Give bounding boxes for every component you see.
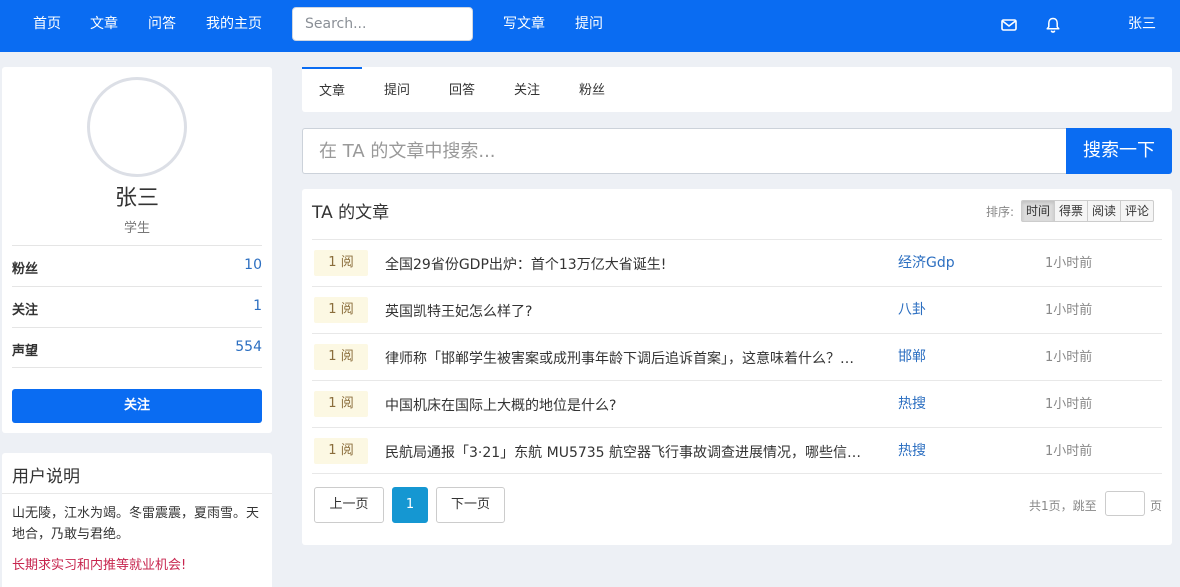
read-count-badge: 1 阅 bbox=[314, 344, 368, 370]
sort-by-comments-button[interactable]: 评论 bbox=[1120, 200, 1155, 222]
user-description-hint: 长期求实习和内推等就业机会! bbox=[12, 558, 187, 573]
read-count-badge: 1 阅 bbox=[314, 250, 368, 276]
user-description-card: 用户说明 山无陵，江水为竭。冬雷震震，夏雨雪。天地合，乃敢与君绝。 长期求实习和… bbox=[2, 453, 272, 587]
nav-link-articles[interactable]: 文章 bbox=[90, 0, 118, 52]
article-tag-link[interactable]: 八卦 bbox=[898, 299, 926, 319]
stat-value-following[interactable]: 1 bbox=[253, 298, 262, 314]
sort-by-reads-button[interactable]: 阅读 bbox=[1087, 200, 1122, 222]
follow-button[interactable]: 关注 bbox=[12, 389, 262, 423]
bell-icon[interactable] bbox=[1044, 16, 1062, 34]
sort-by-time-button[interactable]: 时间 bbox=[1021, 200, 1056, 222]
user-menu[interactable]: 张三 bbox=[1128, 0, 1156, 52]
avatar bbox=[87, 77, 187, 177]
next-page-button[interactable]: 下一页 bbox=[436, 487, 505, 523]
article-search-bar: 搜索一下 bbox=[302, 128, 1172, 174]
article-time: 1小时前 bbox=[1045, 256, 1093, 271]
tab-answers[interactable]: 回答 bbox=[435, 67, 489, 112]
read-count-badge: 1 阅 bbox=[314, 391, 368, 417]
article-list-title: TA 的文章 bbox=[312, 203, 390, 223]
article-search-button[interactable]: 搜索一下 bbox=[1066, 128, 1172, 174]
user-description-title: 用户说明 bbox=[12, 467, 80, 487]
profile-tabs: 文章 提问 回答 关注 粉丝 bbox=[302, 67, 1172, 112]
nav-link-qa[interactable]: 问答 bbox=[148, 0, 176, 52]
article-row: 1 阅 英国凯特王妃怎么样了? 八卦 1小时前 bbox=[312, 286, 1162, 333]
nav-link-home[interactable]: 首页 bbox=[33, 0, 61, 52]
write-article-link[interactable]: 写文章 bbox=[503, 0, 545, 52]
sort-button-group: 时间 得票 阅读 评论 bbox=[1021, 200, 1155, 222]
current-page-button[interactable]: 1 bbox=[392, 487, 428, 523]
tab-questions[interactable]: 提问 bbox=[370, 67, 424, 112]
article-row: 1 阅 中国机床在国际上大概的地位是什么? 热搜 1小时前 bbox=[312, 380, 1162, 427]
article-row: 1 阅 民航局通报「3·21」东航 MU5735 航空器飞行事故调查进展情况，哪… bbox=[312, 427, 1162, 474]
prev-page-button[interactable]: 上一页 bbox=[314, 487, 384, 523]
mail-icon[interactable] bbox=[1000, 16, 1018, 34]
tab-following[interactable]: 关注 bbox=[500, 67, 554, 112]
article-title-link[interactable]: 全国29省份GDP出炉：首个13万亿大省诞生! bbox=[385, 254, 869, 274]
stat-row-followers: 粉丝 10 bbox=[12, 245, 262, 286]
article-time: 1小时前 bbox=[1045, 350, 1093, 365]
article-tag-link[interactable]: 邯郸 bbox=[898, 346, 926, 366]
user-description-text: 山无陵，江水为竭。冬雷震震，夏雨雪。天地合，乃敢与君绝。 bbox=[12, 506, 260, 542]
read-count-badge: 1 阅 bbox=[314, 438, 368, 464]
tab-followers[interactable]: 粉丝 bbox=[565, 67, 619, 112]
article-time: 1小时前 bbox=[1045, 444, 1093, 459]
article-title-link[interactable]: 律师称「邯郸学生被害案或成刑事年龄下调后追诉首案」，这意味着什么？… bbox=[385, 348, 869, 368]
read-count-badge: 1 阅 bbox=[314, 297, 368, 323]
ask-question-link[interactable]: 提问 bbox=[575, 0, 603, 52]
article-tag-link[interactable]: 热搜 bbox=[898, 393, 926, 413]
article-title-link[interactable]: 民航局通报「3·21」东航 MU5735 航空器飞行事故调查进展情况，哪些信息… bbox=[385, 442, 869, 462]
article-tag-link[interactable]: 热搜 bbox=[898, 440, 926, 460]
stat-value-followers[interactable]: 10 bbox=[244, 257, 262, 273]
profile-name: 张三 bbox=[114, 186, 159, 211]
nav-search-input[interactable] bbox=[292, 7, 473, 41]
article-row: 1 阅 全国29省份GDP出炉：首个13万亿大省诞生! 经济Gdp 1小时前 bbox=[312, 239, 1162, 286]
profile-role: 学生 bbox=[123, 221, 150, 236]
article-tag-link[interactable]: 经济Gdp bbox=[898, 252, 955, 272]
article-time: 1小时前 bbox=[1045, 303, 1093, 318]
top-navbar: 首页 文章 问答 我的主页 写文章 提问 张三 bbox=[0, 0, 1180, 52]
article-search-input[interactable] bbox=[302, 128, 1066, 174]
stat-label: 声望 bbox=[12, 344, 39, 359]
stat-value-reputation: 554 bbox=[235, 339, 262, 355]
article-row: 1 阅 律师称「邯郸学生被害案或成刑事年龄下调后追诉首案」，这意味着什么？… 邯… bbox=[312, 333, 1162, 380]
tab-articles[interactable]: 文章 bbox=[302, 67, 362, 112]
profile-card: 张三 学生 粉丝 10 关注 1 声望 554 关注 bbox=[2, 67, 272, 433]
page-unit-label: 页 bbox=[1150, 499, 1163, 513]
sort-by-votes-button[interactable]: 得票 bbox=[1054, 200, 1089, 222]
article-list-card: TA 的文章 排序: 时间 得票 阅读 评论 1 阅 全国29省份GDP出炉：首… bbox=[302, 189, 1172, 545]
article-time: 1小时前 bbox=[1045, 397, 1093, 412]
stat-row-following: 关注 1 bbox=[12, 286, 262, 327]
divider bbox=[2, 493, 272, 494]
stat-label: 关注 bbox=[12, 303, 39, 318]
nav-link-my-home[interactable]: 我的主页 bbox=[206, 0, 262, 52]
page-jump-input[interactable] bbox=[1105, 491, 1145, 516]
article-title-link[interactable]: 中国机床在国际上大概的地位是什么? bbox=[385, 395, 869, 415]
article-title-link[interactable]: 英国凯特王妃怎么样了? bbox=[385, 301, 869, 321]
stat-row-reputation: 声望 554 bbox=[12, 327, 262, 368]
sort-label: 排序: bbox=[986, 205, 1015, 219]
stat-label: 粉丝 bbox=[12, 262, 39, 277]
page-info: 共1页，跳至 bbox=[1029, 499, 1097, 513]
